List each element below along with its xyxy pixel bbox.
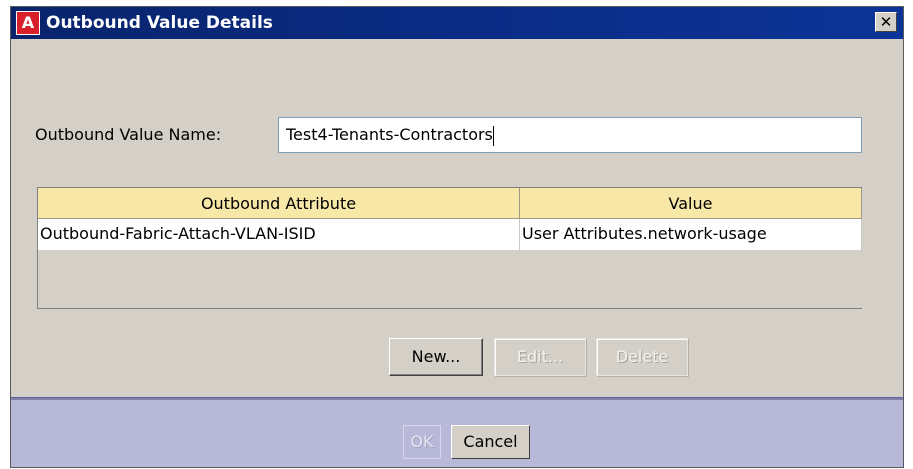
dialog-footer: OK Cancel (11, 400, 903, 467)
attributes-table: Outbound Attribute Value Outbound-Fabric… (37, 187, 862, 309)
close-button[interactable]: ✕ (875, 12, 897, 32)
title-bar[interactable]: A Outbound Value Details ✕ (11, 7, 903, 39)
column-header-outbound-attribute[interactable]: Outbound Attribute (38, 188, 520, 219)
text-caret (492, 125, 494, 146)
table-row[interactable]: Outbound-Fabric-Attach-VLAN-ISID User At… (38, 219, 862, 250)
new-button[interactable]: New... (389, 338, 483, 376)
edit-button[interactable]: Edit... (494, 338, 586, 376)
dialog-title: Outbound Value Details (46, 13, 273, 33)
cancel-button[interactable]: Cancel (451, 425, 530, 459)
table-header: Outbound Attribute Value (38, 188, 862, 219)
outbound-value-name-input[interactable]: Test4-Tenants-Contractors (278, 117, 862, 153)
dialog-window: A Outbound Value Details ✕ Outbound Valu… (10, 6, 904, 468)
cell-value: User Attributes.network-usage (520, 219, 862, 250)
column-header-value[interactable]: Value (520, 188, 862, 219)
content-panel: Outbound Value Name: Test4-Tenants-Contr… (11, 39, 903, 397)
close-icon: ✕ (879, 13, 893, 31)
delete-button[interactable]: Delete (596, 338, 688, 376)
ok-button[interactable]: OK (403, 425, 441, 459)
cell-outbound-attribute: Outbound-Fabric-Attach-VLAN-ISID (38, 219, 520, 250)
app-logo-icon: A (16, 11, 40, 35)
outbound-value-name-label: Outbound Value Name: (35, 125, 222, 144)
name-input-text: Test4-Tenants-Contractors (286, 125, 493, 144)
